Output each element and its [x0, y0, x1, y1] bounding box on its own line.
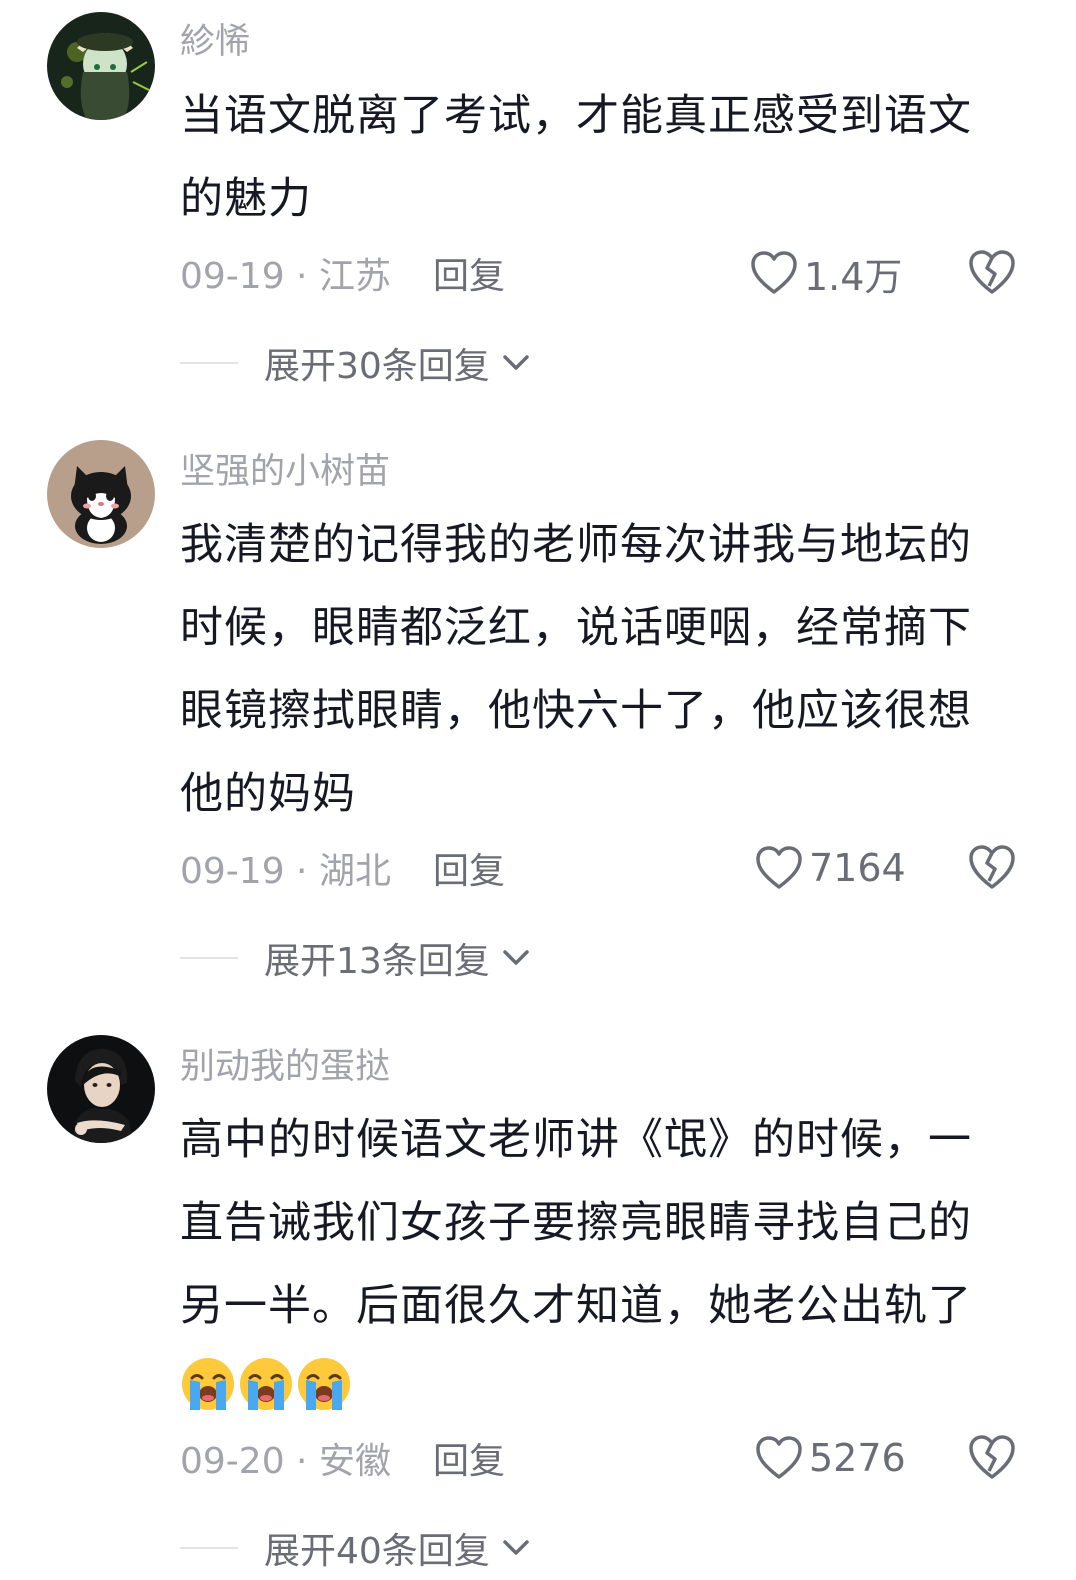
expand-replies-label: 展开40条回复 — [264, 1531, 490, 1572]
loudly-crying-emoji — [298, 1358, 350, 1410]
like-button[interactable]: 5276 — [755, 1433, 906, 1483]
broken-heart-icon — [969, 1435, 1015, 1479]
date-location: 09-20 · 安徽 — [180, 1441, 391, 1482]
like-count: 7164 — [809, 846, 906, 890]
comment-meta: 09-20 · 安徽 回复 — [180, 1433, 505, 1483]
divider-line — [180, 957, 238, 959]
reply-button[interactable]: 回复 — [433, 247, 505, 299]
like-button[interactable]: 7164 — [755, 843, 906, 893]
comment-meta: 09-19 · 江苏 回复 — [180, 248, 505, 298]
avatar[interactable] — [47, 440, 155, 548]
heart-outline-icon — [756, 846, 802, 889]
comment-text-line: 眼镜擦拭眼睛，他快六十了，他应该很想 — [180, 686, 972, 736]
username[interactable]: 坚强的小树苗 — [180, 448, 390, 496]
dislike-button[interactable] — [967, 843, 1017, 893]
expand-replies-label: 展开30条回复 — [264, 346, 490, 387]
expand-replies-button[interactable]: 展开40条回复 — [180, 1523, 530, 1573]
reply-button[interactable]: 回复 — [433, 842, 505, 894]
heart-outline-icon — [751, 251, 797, 294]
like-button[interactable]: 1.4万 — [750, 248, 903, 299]
comment-text: 高中的时候语文老师讲《氓》的时候，一 直告诫我们女孩子要擦亮眼睛寻找自己的 另一… — [180, 1099, 995, 1412]
avatar[interactable] — [47, 12, 155, 120]
comment-text-line: 他的妈妈 — [180, 769, 356, 819]
chevron-down-icon — [503, 1540, 529, 1555]
dislike-button[interactable] — [967, 1433, 1017, 1483]
avatar[interactable] — [47, 1035, 155, 1143]
comment-text-line: 的魅力 — [180, 174, 312, 224]
comment-text-line: 我清楚的记得我的老师每次讲我与地坛的 — [180, 520, 972, 570]
reply-button[interactable]: 回复 — [433, 1432, 505, 1484]
emoji-row — [180, 1356, 995, 1412]
comment-text: 当语文脱离了考试，才能真正感受到语文 的魅力 — [180, 75, 995, 241]
comment-text-line: 另一半。后面很久才知道，她老公出轨了 — [180, 1281, 972, 1331]
comment-text-line: 时候，眼睛都泛红，说话哽咽，经常摘下 — [180, 603, 972, 653]
comment-text-line: 当语文脱离了考试，才能真正感受到语文 — [180, 91, 972, 141]
loudly-crying-emoji — [182, 1358, 234, 1410]
comment-text: 我清楚的记得我的老师每次讲我与地坛的 时候，眼睛都泛红，说话哽咽，经常摘下 眼镜… — [180, 504, 995, 836]
like-count: 1.4万 — [804, 254, 903, 299]
comment-meta: 09-19 · 湖北 回复 — [180, 843, 505, 893]
divider-line — [180, 1547, 238, 1549]
username[interactable]: 紾悕 — [180, 18, 250, 66]
like-count: 5276 — [809, 1436, 906, 1480]
expand-replies-label: 展开13条回复 — [264, 941, 490, 982]
dislike-button[interactable] — [967, 248, 1017, 298]
username[interactable]: 别动我的蛋挞 — [180, 1043, 390, 1091]
expand-replies-button[interactable]: 展开13条回复 — [180, 933, 530, 983]
chevron-down-icon — [503, 950, 529, 965]
chevron-down-icon — [503, 355, 529, 370]
heart-outline-icon — [756, 1436, 802, 1479]
divider-line — [180, 362, 238, 364]
comment-text-line: 直告诫我们女孩子要擦亮眼睛寻找自己的 — [180, 1198, 972, 1248]
broken-heart-icon — [969, 250, 1015, 294]
expand-replies-button[interactable]: 展开30条回复 — [180, 338, 530, 388]
date-location: 09-19 · 湖北 — [180, 851, 391, 892]
date-location: 09-19 · 江苏 — [180, 256, 391, 297]
broken-heart-icon — [969, 845, 1015, 889]
loudly-crying-emoji — [240, 1358, 292, 1410]
comment-text-line: 高中的时候语文老师讲《氓》的时候，一 — [180, 1115, 972, 1165]
